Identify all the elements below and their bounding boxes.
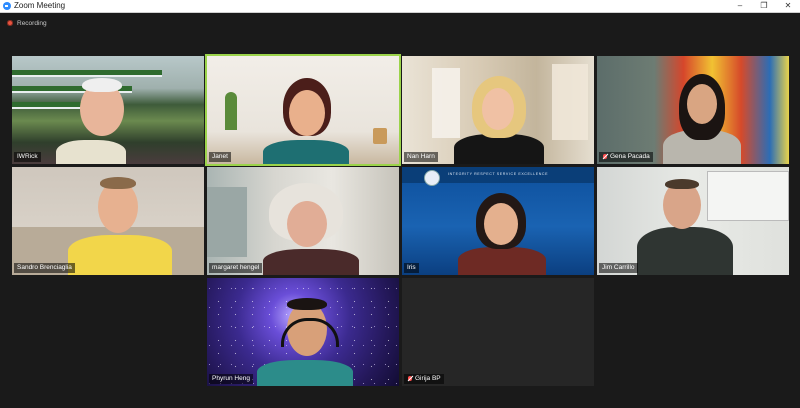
- plant-decor: [225, 92, 237, 130]
- participant-name: Sandro Brenciaglia: [17, 264, 72, 271]
- participant-name: margaret hengel: [212, 264, 260, 271]
- close-button[interactable]: ✕: [776, 0, 800, 12]
- background-banner-text: INTEGRITY RESPECT SERVICE EXCELLENCE: [448, 172, 549, 176]
- participant-hair: [100, 177, 136, 189]
- participant-nameplate: Sandro Brenciaglia: [14, 263, 75, 273]
- video-tile-margaret-hengel[interactable]: margaret hengel: [207, 167, 399, 275]
- minimize-button[interactable]: –: [728, 0, 752, 12]
- muted-microphone-icon: [407, 376, 413, 382]
- whiteboard: [707, 171, 789, 221]
- participant-face: [287, 201, 327, 247]
- participant-nameplate: margaret hengel: [209, 263, 263, 273]
- participant-body: [68, 235, 172, 275]
- zoom-app-icon: [3, 2, 11, 10]
- participant-body: [263, 140, 349, 164]
- participant-face: [289, 90, 325, 136]
- video-tile-sandro-brenciaglia[interactable]: Sandro Brenciaglia: [12, 167, 204, 275]
- recording-label: Recording: [17, 19, 47, 27]
- participant-name: Janet: [212, 153, 228, 160]
- participant-body: [454, 134, 544, 164]
- participant-name: Nan Harn: [407, 153, 435, 160]
- video-tile-girija-bp[interactable]: Girija BP: [402, 278, 594, 386]
- toastmasters-logo-icon: [424, 170, 440, 186]
- participant-name: Iris: [407, 264, 416, 271]
- video-tile-jim-carrillo[interactable]: Jim Carrillo: [597, 167, 789, 275]
- window-titlebar: Zoom Meeting – ❐ ✕: [0, 0, 800, 13]
- participant-nameplate: Janet: [209, 152, 231, 162]
- window-view: [207, 187, 247, 257]
- bookshelf: [552, 64, 588, 140]
- video-tile-phyrun-heng[interactable]: Phyrun Heng: [207, 278, 399, 386]
- participant-face: [484, 203, 518, 245]
- participant-nameplate: Gena Pacada: [599, 152, 653, 162]
- video-tile-iwrick[interactable]: IWRick: [12, 56, 204, 164]
- participant-body: [257, 360, 353, 386]
- participant-face: [687, 84, 717, 124]
- video-tile-nan-harn[interactable]: Nan Harn: [402, 56, 594, 164]
- participant-hair: [287, 298, 327, 310]
- participant-body: [56, 140, 126, 164]
- participant-name: Jim Carrillo: [602, 264, 635, 271]
- participant-hair: [82, 78, 122, 92]
- participant-nameplate: IWRick: [14, 152, 41, 162]
- greenhouse-shelf: [12, 70, 162, 77]
- participant-nameplate: Phyrun Heng: [209, 374, 253, 384]
- video-tile-iris[interactable]: INTEGRITY RESPECT SERVICE EXCELLENCE Iri…: [402, 167, 594, 275]
- video-tile-janet[interactable]: Janet: [207, 56, 399, 164]
- participant-name: IWRick: [17, 153, 38, 160]
- participant-face: [482, 88, 514, 130]
- participant-nameplate: Jim Carrillo: [599, 263, 638, 273]
- participant-body: [637, 227, 733, 275]
- participant-body: [458, 247, 546, 275]
- participant-nameplate: Nan Harn: [404, 152, 438, 162]
- basket-decor: [373, 128, 387, 144]
- recording-indicator[interactable]: Recording: [7, 18, 47, 28]
- maximize-button[interactable]: ❐: [752, 0, 776, 12]
- participant-name: Girija BP: [415, 375, 441, 382]
- bookshelf: [432, 68, 460, 138]
- participant-hair: [665, 179, 699, 189]
- participant-nameplate: Girija BP: [404, 374, 444, 384]
- participant-name: Gena Pacada: [610, 153, 650, 160]
- window-title: Zoom Meeting: [14, 1, 66, 10]
- participant-body: [263, 249, 359, 275]
- recording-dot-icon: [7, 20, 13, 26]
- video-tile-gena-pacada[interactable]: Gena Pacada: [597, 56, 789, 164]
- participant-nameplate: Iris: [404, 263, 419, 273]
- muted-microphone-icon: [602, 154, 608, 160]
- participant-name: Phyrun Heng: [212, 375, 250, 382]
